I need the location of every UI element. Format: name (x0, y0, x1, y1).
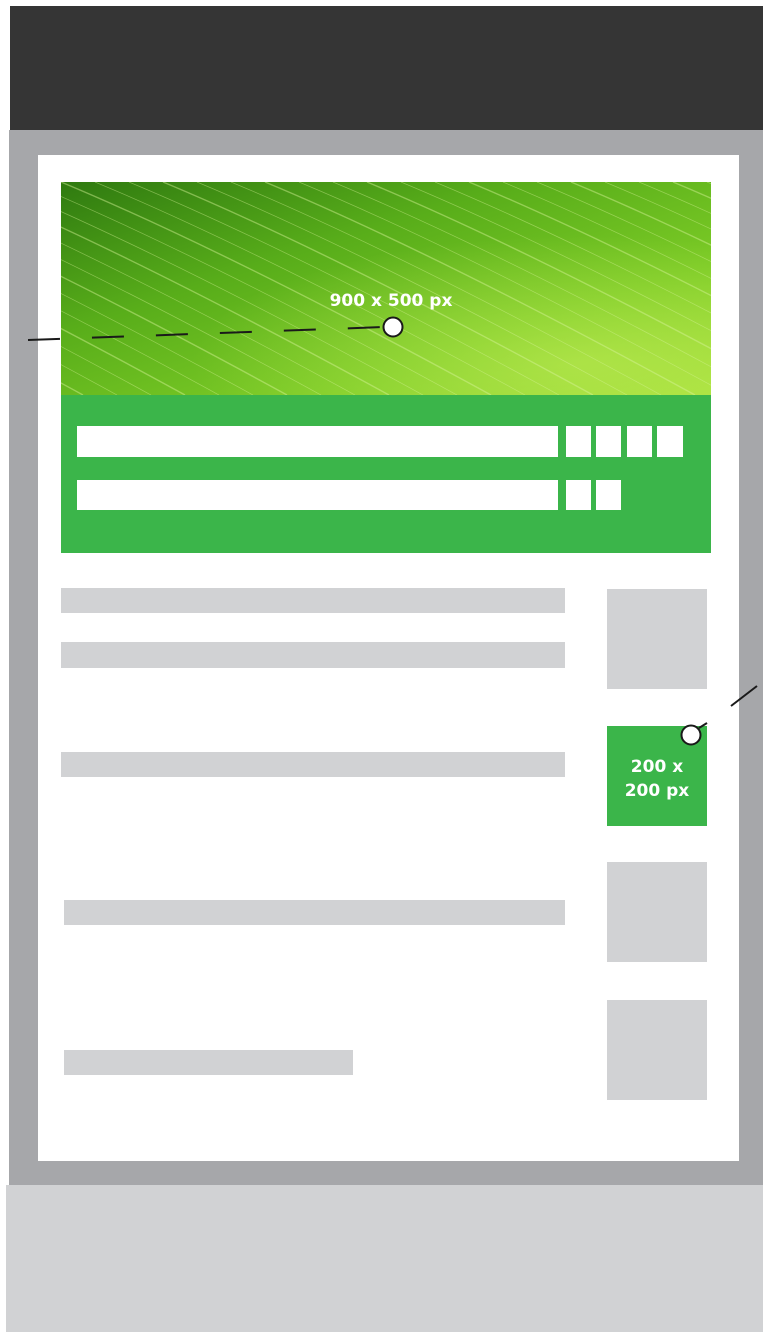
hero-size-label: 900 x 500 px (329, 291, 453, 311)
green-info-panel (61, 395, 711, 553)
footer-placeholder (6, 1185, 763, 1332)
thumbnail-size-label: 200 x 200 px (624, 757, 690, 801)
text-placeholder-line (64, 1050, 353, 1075)
text-placeholder-line (61, 752, 565, 777)
top-bar (10, 6, 763, 130)
panel-icon-box (566, 480, 591, 510)
text-placeholder-line (61, 588, 565, 613)
thumbnail-highlighted: 200 x 200 px (607, 726, 707, 826)
text-placeholder-line (61, 642, 565, 668)
panel-icon-box (657, 426, 683, 457)
thumbnail-placeholder (607, 862, 707, 962)
thumbnail-placeholder (607, 589, 707, 689)
panel-icon-box (596, 426, 621, 457)
panel-text-bar (77, 426, 558, 457)
thumbnail-placeholder (607, 1000, 707, 1100)
panel-icon-box (566, 426, 591, 457)
text-placeholder-line (64, 900, 565, 925)
panel-icon-box (596, 480, 621, 510)
panel-icon-box (627, 426, 652, 457)
leaf-texture (61, 182, 711, 395)
panel-text-bar (77, 480, 558, 510)
hero-image (61, 182, 711, 395)
